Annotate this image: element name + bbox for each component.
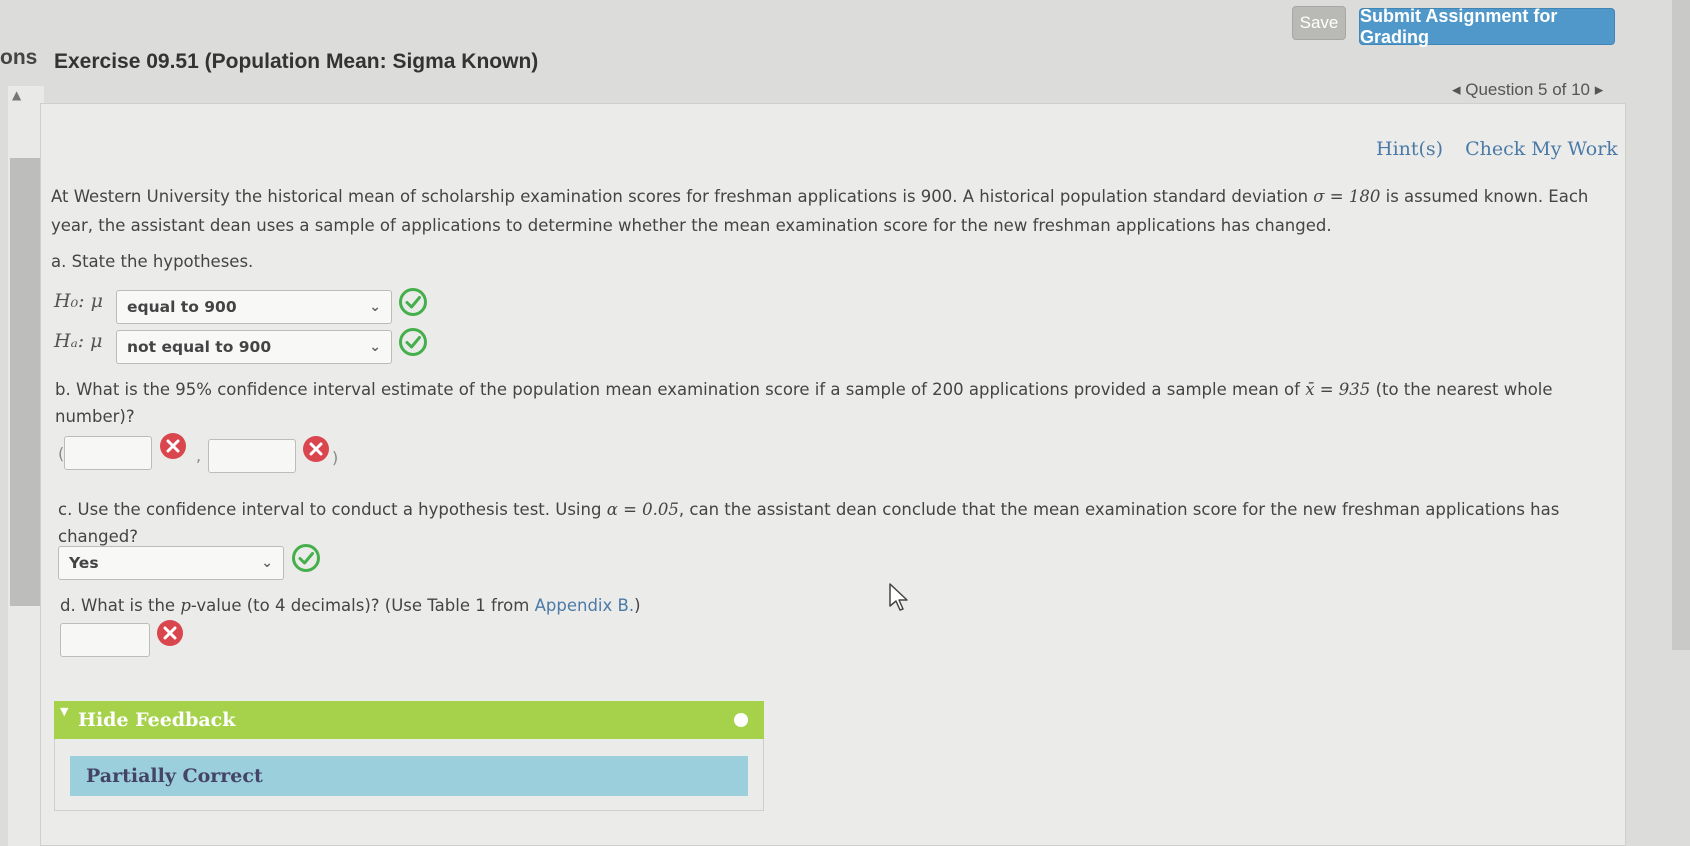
part-c-prompt: c. Use the confidence interval to conduc… [58, 496, 1618, 550]
part-d-text-2: -value (to 4 decimals)? (Use Table 1 fro… [190, 596, 530, 615]
save-button[interactable]: Save [1292, 6, 1346, 40]
right-scrollbar[interactable] [1672, 0, 1690, 650]
ha-select[interactable]: not equal to 900 ⌄ [116, 330, 392, 364]
incorrect-x-icon [303, 436, 329, 462]
part-d-text-1: d. What is the [60, 596, 176, 615]
part-b-prompt: b. What is the 95% confidence interval e… [55, 376, 1615, 430]
left-scrollbar-thumb[interactable] [10, 158, 42, 606]
ci-lower-input[interactable] [64, 436, 152, 470]
part-b-text-1: b. What is the 95% confidence interval e… [55, 380, 1300, 399]
feedback-status: Partially Correct [70, 756, 748, 796]
h0-label: H₀: μ [54, 290, 103, 312]
sidebar-cut-label: ons [0, 46, 38, 69]
correct-check-icon [399, 328, 427, 356]
p-value-input[interactable] [60, 623, 150, 657]
page-title: Exercise 09.51 (Population Mean: Sigma K… [54, 50, 539, 73]
intro-text-1: At Western University the historical mea… [51, 187, 1309, 206]
question-nav[interactable]: ◂ Question 5 of 10 ▸ [1452, 80, 1603, 100]
chevron-down-icon: ⌄ [369, 299, 381, 315]
incorrect-x-icon [160, 433, 186, 459]
comma-separator: , [196, 446, 202, 465]
part-c-text-1: c. Use the confidence interval to conduc… [58, 500, 602, 519]
part-d-prompt: d. What is the p-value (to 4 decimals)? … [60, 596, 641, 615]
part-d-text-3: ) [634, 596, 641, 615]
help-links: Hint(s) Check My Work [1376, 138, 1618, 160]
hide-feedback-label: Hide Feedback [78, 709, 236, 731]
hide-feedback-toggle[interactable]: ▼ Hide Feedback [54, 701, 764, 739]
ha-select-value: not equal to 900 [127, 338, 272, 356]
submit-assignment-button[interactable]: Submit Assignment for Grading [1359, 6, 1615, 47]
ha-label: Hₐ: μ [54, 330, 103, 352]
sigma-equation: σ = 180 [1313, 187, 1381, 206]
correct-check-icon [399, 288, 427, 316]
alpha-equation: α = 0.05 [606, 500, 679, 519]
pencil-icon [734, 713, 748, 727]
xbar-equation: x̄ = 935 [1305, 380, 1371, 399]
chevron-down-icon: ⌄ [261, 555, 273, 571]
hints-link[interactable]: Hint(s) [1376, 138, 1443, 160]
scroll-up-icon[interactable]: ▲ [12, 88, 21, 102]
problem-statement: At Western University the historical mea… [51, 182, 1611, 240]
h0-select-value: equal to 900 [127, 298, 237, 316]
conclusion-select[interactable]: Yes ⌄ [58, 546, 284, 580]
conclusion-select-value: Yes [69, 554, 99, 572]
chevron-down-icon: ⌄ [369, 339, 381, 355]
incorrect-x-icon [157, 620, 183, 646]
check-my-work-link[interactable]: Check My Work [1465, 138, 1618, 160]
h0-select[interactable]: equal to 900 ⌄ [116, 290, 392, 324]
mouse-cursor-icon [889, 583, 908, 611]
part-a-prompt: a. State the hypotheses. [51, 252, 254, 271]
ci-upper-input[interactable] [208, 439, 296, 473]
appendix-b-link[interactable]: Appendix B. [535, 596, 634, 615]
correct-check-icon [292, 544, 320, 572]
p-symbol: p [180, 596, 191, 615]
close-paren: ) [332, 448, 339, 467]
triangle-down-icon: ▼ [60, 705, 69, 718]
